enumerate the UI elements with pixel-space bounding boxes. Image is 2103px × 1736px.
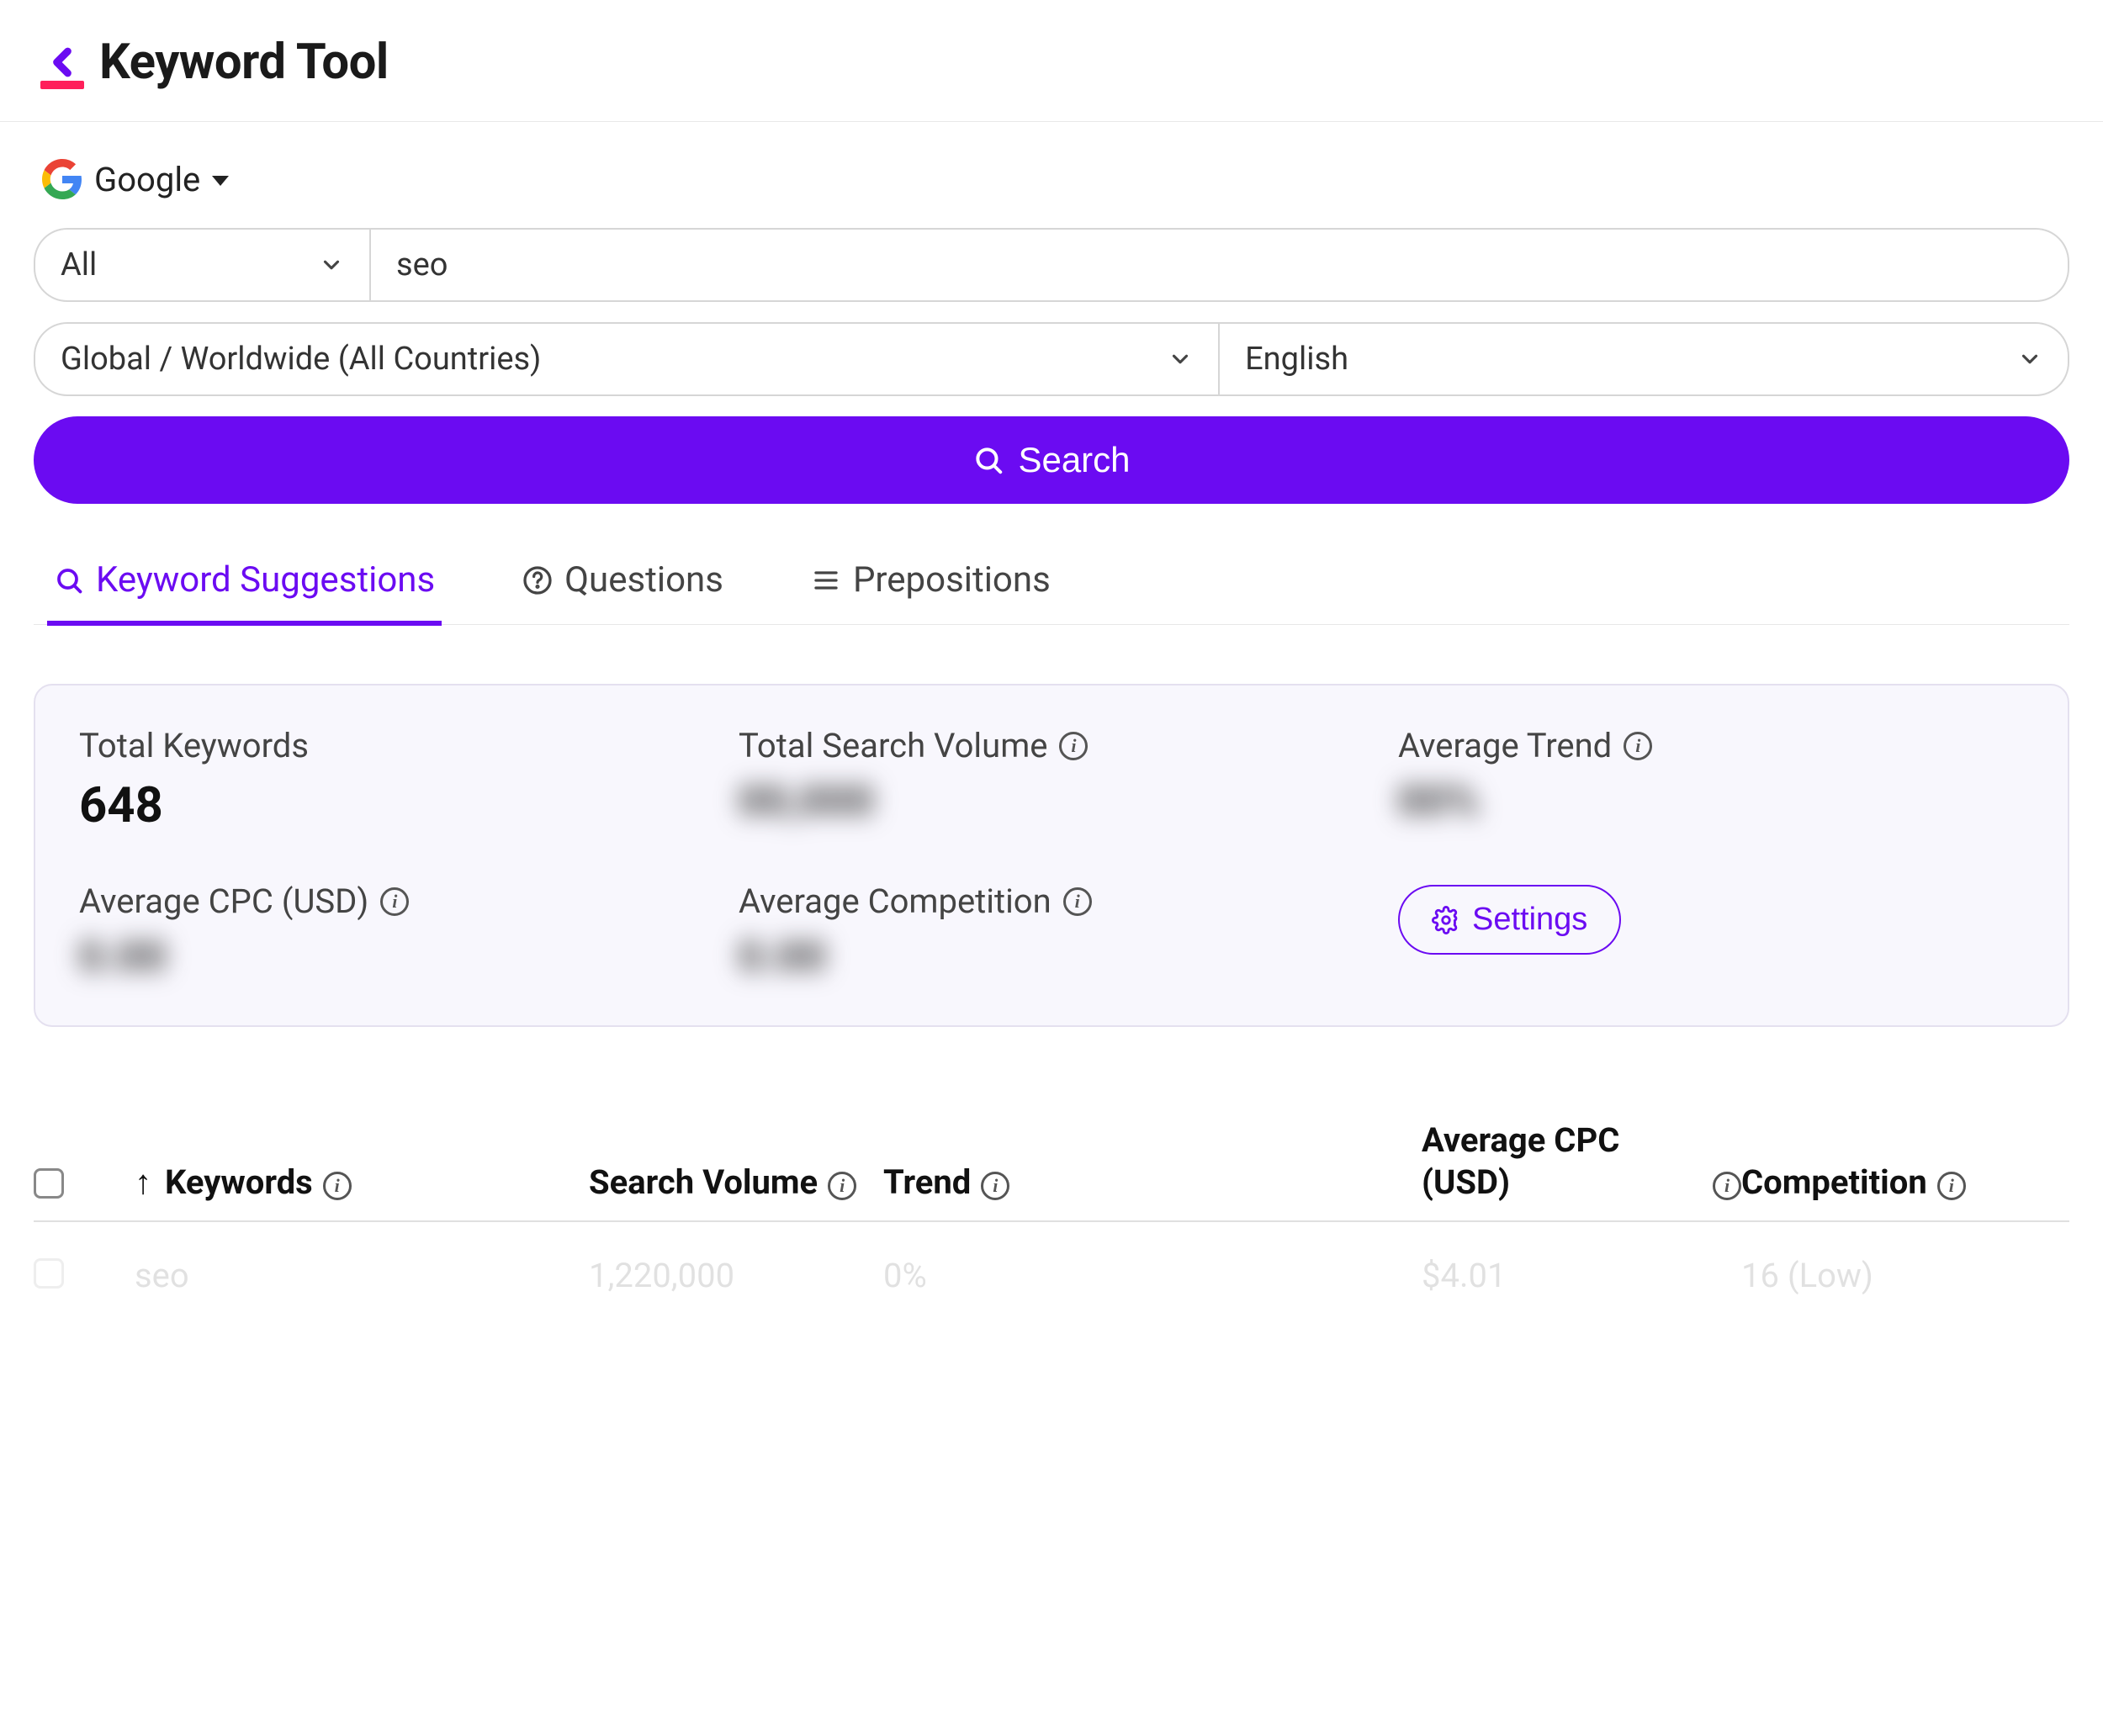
search-source-label: Google	[94, 160, 200, 199]
sort-asc-icon: ↑	[135, 1162, 151, 1204]
stat-total-keywords: Total Keywords 648	[79, 726, 705, 834]
search-icon	[54, 565, 84, 595]
info-icon[interactable]: i	[1059, 732, 1088, 760]
app-logo-icon	[40, 40, 84, 84]
keyword-input[interactable]: seo	[370, 228, 2069, 302]
info-icon[interactable]: i	[1713, 1172, 1741, 1200]
column-trend[interactable]: Trend i	[883, 1162, 1422, 1204]
keyword-input-value: seo	[396, 246, 448, 283]
results-table: ↑ Keywords i Search Volume i Trend i Ave…	[34, 1119, 2069, 1295]
table-row[interactable]: seo 1,220,000 0% $4.01 16 (Low)	[34, 1222, 2069, 1295]
stats-panel: Total Keywords 648 Total Search Volume i…	[34, 684, 2069, 1027]
info-icon[interactable]: i	[981, 1172, 1009, 1200]
table-header: ↑ Keywords i Search Volume i Trend i Ave…	[34, 1119, 2069, 1222]
info-icon[interactable]: i	[828, 1172, 856, 1200]
info-icon[interactable]: i	[323, 1172, 352, 1200]
stat-label: Average Competition i	[739, 881, 1364, 921]
language-select[interactable]: English	[1219, 322, 2069, 396]
caret-down-icon	[212, 176, 229, 186]
search-button[interactable]: Search	[34, 416, 2069, 504]
column-competition[interactable]: Competition i	[1741, 1162, 2061, 1204]
page-header: Keyword Tool	[0, 0, 2103, 122]
stat-value: 648	[79, 777, 705, 834]
select-all-checkbox[interactable]	[34, 1168, 64, 1199]
cell-trend: 0%	[883, 1256, 1422, 1295]
stat-average-competition: Average Competition i 0.00	[739, 881, 1364, 982]
page-title: Keyword Tool	[99, 34, 389, 91]
stat-average-cpc: Average CPC (USD) i 0.00	[79, 881, 705, 982]
info-icon[interactable]: i	[380, 887, 409, 916]
cell-competition: 16 (Low)	[1741, 1256, 2061, 1295]
search-icon	[972, 444, 1004, 476]
language-value: English	[1245, 341, 1348, 378]
category-value: All	[61, 246, 97, 283]
cell-keyword: seo	[135, 1256, 589, 1295]
search-button-label: Search	[1018, 440, 1130, 480]
tab-questions[interactable]: Questions	[516, 544, 730, 626]
settings-button[interactable]: Settings	[1398, 885, 1621, 955]
info-icon[interactable]: i	[1063, 887, 1092, 916]
stat-value-hidden: 00%	[1398, 777, 2024, 826]
result-tabs: Keyword Suggestions Questions Prepositio…	[34, 544, 2069, 625]
tab-label: Prepositions	[853, 559, 1051, 601]
stat-label: Average Trend i	[1398, 726, 2024, 765]
question-icon	[522, 565, 553, 595]
cell-avg-cpc: $4.01	[1422, 1256, 1741, 1295]
stat-value-hidden: 00,000	[739, 777, 1364, 826]
chevron-down-icon	[2017, 347, 2042, 372]
row-checkbox[interactable]	[34, 1258, 64, 1289]
google-icon	[42, 159, 82, 199]
stat-average-trend: Average Trend i 00%	[1398, 726, 2024, 834]
stat-value-hidden: 0.00	[79, 933, 705, 982]
list-icon	[811, 565, 841, 595]
column-search-volume[interactable]: Search Volume i	[589, 1162, 883, 1204]
cell-search-volume: 1,220,000	[589, 1256, 883, 1295]
location-select[interactable]: Global / Worldwide (All Countries)	[34, 322, 1219, 396]
column-avg-cpc[interactable]: Average CPC (USD) i	[1422, 1119, 1741, 1204]
chevron-down-icon	[319, 252, 344, 278]
stat-total-search-volume: Total Search Volume i 00,000	[739, 726, 1364, 834]
category-select[interactable]: All	[34, 228, 370, 302]
chevron-down-icon	[1168, 347, 1193, 372]
tab-label: Keyword Suggestions	[96, 559, 435, 601]
stat-label: Total Keywords	[79, 726, 705, 765]
location-value: Global / Worldwide (All Countries)	[61, 341, 541, 378]
stat-label: Total Search Volume i	[739, 726, 1364, 765]
info-icon[interactable]: i	[1937, 1172, 1966, 1200]
tab-prepositions[interactable]: Prepositions	[804, 544, 1057, 626]
info-icon[interactable]: i	[1624, 732, 1652, 760]
stat-value-hidden: 0.00	[739, 933, 1364, 982]
gear-icon	[1432, 906, 1460, 934]
select-all-column	[34, 1168, 135, 1204]
tab-keyword-suggestions[interactable]: Keyword Suggestions	[47, 544, 442, 626]
tab-label: Questions	[564, 559, 723, 601]
settings-button-label: Settings	[1472, 902, 1587, 938]
column-keywords[interactable]: ↑ Keywords i	[135, 1162, 589, 1204]
stat-label: Average CPC (USD) i	[79, 881, 705, 921]
search-source-dropdown[interactable]: Google	[34, 159, 2069, 199]
